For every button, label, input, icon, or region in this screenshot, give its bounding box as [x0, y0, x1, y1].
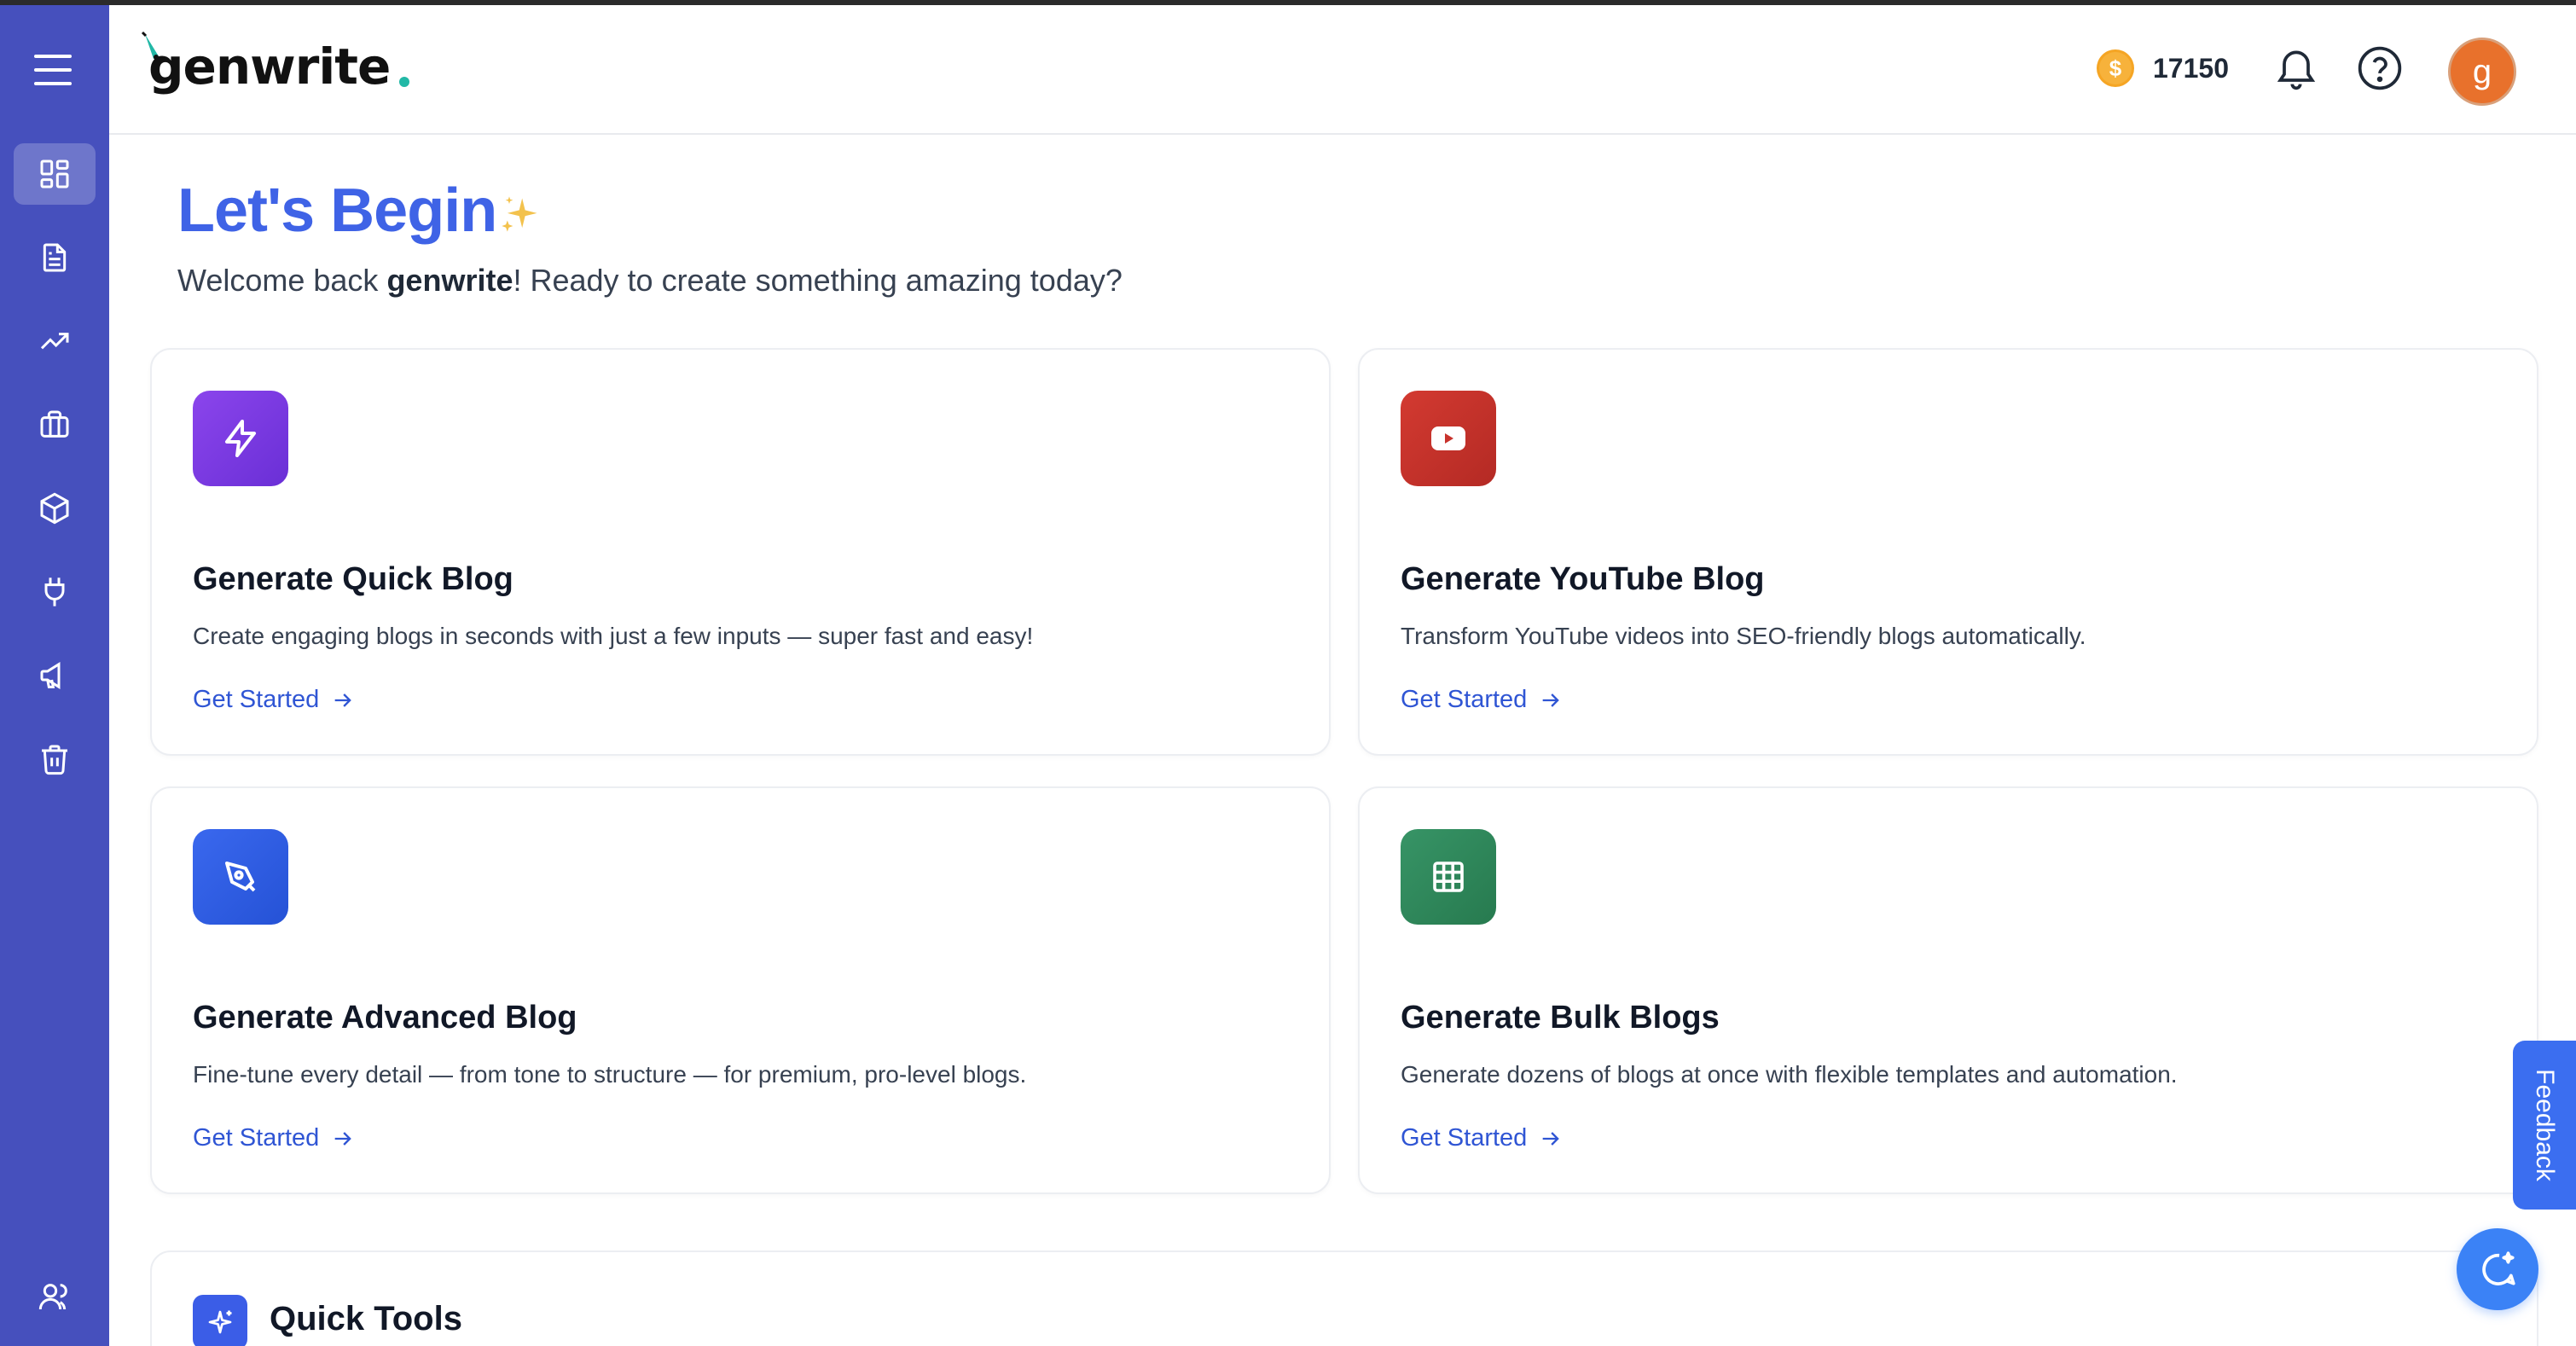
- menu-icon-line: [34, 55, 72, 58]
- arrow-right-icon: [331, 1127, 355, 1151]
- youtube-icon: [1428, 418, 1469, 459]
- get-started-label: Get Started: [193, 686, 319, 714]
- welcome-suffix: ! Ready to create something amazing toda…: [513, 263, 1122, 298]
- document-icon: [38, 241, 72, 275]
- feedback-label: Feedback: [2530, 1069, 2559, 1181]
- sidebar-item-analytics[interactable]: [14, 310, 96, 372]
- card-title: Generate Bulk Blogs: [1401, 1000, 1720, 1036]
- welcome-username: genwrite: [386, 263, 513, 298]
- feedback-tab[interactable]: Feedback: [2513, 1041, 2576, 1210]
- card-title: Generate Quick Blog: [193, 561, 513, 598]
- sidebar-item-dashboard[interactable]: [14, 143, 96, 205]
- quick-blog-icon-tile: [193, 391, 288, 486]
- sidebar-item-users[interactable]: [14, 1266, 96, 1327]
- menu-icon-line: [34, 82, 72, 85]
- card-description: Fine-tune every detail — from tone to st…: [193, 1061, 1026, 1088]
- help-icon: [2356, 44, 2404, 92]
- get-started-label: Get Started: [193, 1124, 319, 1152]
- pen-tool-icon: [220, 856, 261, 897]
- sidebar-item-blogs[interactable]: [14, 227, 96, 288]
- credits-value: 17150: [2153, 53, 2229, 84]
- get-started-link[interactable]: Get Started: [193, 686, 355, 714]
- get-started-label: Get Started: [1401, 686, 1527, 714]
- card-title: Generate YouTube Blog: [1401, 561, 1765, 598]
- cube-icon: [38, 491, 72, 525]
- card-title: Generate Advanced Blog: [193, 1000, 577, 1036]
- top-header: genwrite $ 17150 g: [109, 5, 2576, 135]
- quick-tools-title: Quick Tools: [270, 1300, 462, 1338]
- sidebar-item-trash[interactable]: [14, 728, 96, 790]
- arrow-right-icon: [1539, 688, 1563, 712]
- user-avatar[interactable]: g: [2448, 38, 2516, 106]
- arrow-right-icon: [331, 688, 355, 712]
- help-button[interactable]: [2356, 44, 2404, 92]
- sparkles-icon: [205, 1307, 235, 1337]
- youtube-blog-card[interactable]: Generate YouTube Blog Transform YouTube …: [1358, 348, 2538, 756]
- page-title: Let's Begin: [177, 176, 496, 246]
- lightning-icon: [220, 418, 261, 459]
- welcome-message: Welcome back genwrite! Ready to create s…: [177, 263, 1123, 299]
- chat-sparkle-icon: [2476, 1248, 2519, 1291]
- card-description: Create engaging blogs in seconds with ju…: [193, 623, 1033, 650]
- get-started-label: Get Started: [1401, 1124, 1527, 1152]
- menu-toggle-button[interactable]: [34, 55, 72, 85]
- logo-dot: [399, 77, 409, 87]
- users-icon: [38, 1279, 72, 1314]
- youtube-blog-icon-tile: [1401, 391, 1496, 486]
- quick-blog-card[interactable]: Generate Quick Blog Create engaging blog…: [150, 348, 1331, 756]
- notifications-button[interactable]: [2272, 44, 2320, 92]
- megaphone-icon: [38, 658, 72, 693]
- grid-icon: [1428, 856, 1469, 897]
- chat-assistant-button[interactable]: [2457, 1228, 2538, 1310]
- coin-icon: $: [2097, 49, 2134, 87]
- briefcase-icon: [38, 408, 72, 442]
- card-description: Generate dozens of blogs at once with fl…: [1401, 1061, 2178, 1088]
- sidebar-item-jobs[interactable]: [14, 394, 96, 455]
- arrow-right-icon: [1539, 1127, 1563, 1151]
- get-started-link[interactable]: Get Started: [1401, 686, 1563, 714]
- advanced-blog-icon-tile: [193, 829, 288, 925]
- logo-text: genwrite: [148, 38, 390, 96]
- trending-icon: [38, 324, 72, 358]
- credits-display[interactable]: $ 17150: [2097, 49, 2229, 87]
- get-started-link[interactable]: Get Started: [1401, 1124, 1563, 1152]
- welcome-prefix: Welcome back: [177, 263, 386, 298]
- sparkles-icon: [498, 193, 542, 237]
- advanced-blog-card[interactable]: Generate Advanced Blog Fine-tune every d…: [150, 786, 1331, 1194]
- sidebar: [0, 5, 109, 1346]
- genwrite-logo[interactable]: genwrite: [140, 31, 413, 116]
- sidebar-item-toolbox[interactable]: [14, 478, 96, 539]
- trash-icon: [38, 742, 72, 776]
- bulk-blogs-icon-tile: [1401, 829, 1496, 925]
- bulk-blogs-card[interactable]: Generate Bulk Blogs Generate dozens of b…: [1358, 786, 2538, 1194]
- dashboard-icon: [38, 157, 72, 191]
- bell-icon: [2272, 44, 2320, 92]
- quick-tools-icon-tile: [193, 1295, 247, 1346]
- card-description: Transform YouTube videos into SEO-friend…: [1401, 623, 2086, 650]
- window-top-border: [0, 0, 2576, 5]
- quick-tools-section: Quick Tools: [150, 1250, 2538, 1346]
- sidebar-item-integrations[interactable]: [14, 561, 96, 623]
- plug-icon: [38, 575, 72, 609]
- sidebar-item-announcements[interactable]: [14, 645, 96, 706]
- get-started-link[interactable]: Get Started: [193, 1124, 355, 1152]
- menu-icon-line: [34, 68, 72, 72]
